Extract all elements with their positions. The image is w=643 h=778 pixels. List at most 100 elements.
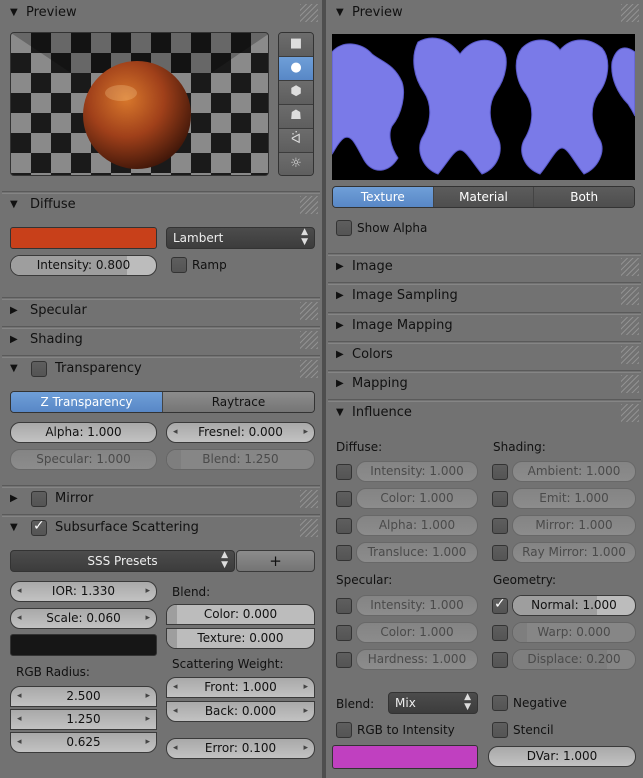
geometry-normal-checkbox[interactable] xyxy=(492,596,508,614)
drag-handle-icon[interactable] xyxy=(300,302,318,320)
image-sampling-panel-header[interactable]: ▶ Image Sampling xyxy=(328,282,641,308)
tab-raytrace[interactable]: Raytrace xyxy=(162,392,314,412)
transparency-panel-header[interactable]: ▼ Transparency xyxy=(2,355,320,381)
preview-panel-header[interactable]: ▼ Preview xyxy=(2,0,320,26)
influence-warp-slider[interactable]: Warp: 0.000 xyxy=(512,622,636,643)
diffuse-color-swatch[interactable] xyxy=(10,227,157,249)
rgb-to-intensity-checkbox[interactable] xyxy=(336,722,352,738)
shading-ambient-checkbox[interactable] xyxy=(492,464,508,480)
influence-panel-header[interactable]: ▼ Influence xyxy=(328,399,641,425)
monkey-preview-button[interactable]: ☗ xyxy=(279,105,313,129)
influence-ambient-field[interactable]: Ambient: 1.000 xyxy=(512,461,636,482)
specular-intensity-checkbox[interactable] xyxy=(336,598,352,614)
sss-color-swatch[interactable] xyxy=(10,634,157,656)
sphere-lamp-preview-button[interactable]: ☼ xyxy=(279,153,313,175)
sphere-preview-button[interactable]: ● xyxy=(279,57,313,81)
scatter-front-field[interactable]: Front: 1.000 xyxy=(166,677,315,698)
specular-hardness-checkbox[interactable] xyxy=(336,652,352,668)
negative-checkbox[interactable] xyxy=(492,695,508,711)
rgb-radius-g-field[interactable]: 1.250 xyxy=(10,709,157,730)
drag-handle-icon[interactable] xyxy=(621,258,639,276)
cube-preview-button[interactable]: ⬢ xyxy=(279,81,313,105)
influence-diffuse-color-field[interactable]: Color: 1.000 xyxy=(356,488,478,509)
drag-handle-icon[interactable] xyxy=(300,4,318,22)
ior-field[interactable]: IOR: 1.330 xyxy=(10,581,157,602)
colors-panel-header[interactable]: ▶ Colors xyxy=(328,341,641,367)
image-panel-header[interactable]: ▶ Image xyxy=(328,253,641,279)
rgb-radius-b-field[interactable]: 0.625 xyxy=(10,732,157,753)
scatter-back-field[interactable]: Back: 0.000 xyxy=(166,701,315,722)
drag-handle-icon[interactable] xyxy=(300,196,318,214)
sss-presets-dropdown[interactable]: SSS Presets ▲ ▼ xyxy=(10,550,235,572)
diffuse-color-checkbox[interactable] xyxy=(336,491,352,507)
fresnel-field[interactable]: Fresnel: 0.000 xyxy=(166,422,315,443)
diffuse-translucency-checkbox[interactable] xyxy=(336,545,352,561)
drag-handle-icon[interactable] xyxy=(621,346,639,364)
diffuse-alpha-checkbox[interactable] xyxy=(336,518,352,534)
transparency-checkbox[interactable] xyxy=(31,361,47,377)
diffuse-intensity-checkbox[interactable] xyxy=(336,464,352,480)
geometry-warp-checkbox[interactable] xyxy=(492,625,508,641)
dvar-field[interactable]: DVar: 1.000 xyxy=(488,746,636,767)
diffuse-panel-header[interactable]: ▼ Diffuse xyxy=(2,191,320,217)
influence-mirror-field[interactable]: Mirror: 1.000 xyxy=(512,515,636,536)
drag-handle-icon[interactable] xyxy=(300,490,318,508)
tab-material[interactable]: Material xyxy=(432,187,534,207)
texture-preview-panel-header[interactable]: ▼ Preview xyxy=(328,0,641,26)
influence-ray-mirror-field[interactable]: Ray Mirror: 1.000 xyxy=(512,542,636,563)
diffuse-intensity-slider[interactable]: Intensity: 0.800 xyxy=(10,255,157,276)
tab-both[interactable]: Both xyxy=(533,187,634,207)
shading-mirror-checkbox[interactable] xyxy=(492,518,508,534)
diffuse-shader-dropdown[interactable]: Lambert ▲ ▼ xyxy=(166,227,315,249)
drag-handle-icon[interactable] xyxy=(621,317,639,335)
drag-handle-icon[interactable] xyxy=(621,375,639,393)
shading-ray-mirror-checkbox[interactable] xyxy=(492,545,508,561)
influence-color-swatch[interactable] xyxy=(332,745,478,769)
mirror-panel-header[interactable]: ▶ Mirror xyxy=(2,485,320,511)
flat-preview-button[interactable]: ■ xyxy=(279,33,313,57)
geometry-displace-checkbox[interactable] xyxy=(492,652,508,668)
influence-specular-intensity-field[interactable]: Intensity: 1.000 xyxy=(356,595,478,616)
mapping-panel-header[interactable]: ▶ Mapping xyxy=(328,370,641,396)
specular-color-checkbox[interactable] xyxy=(336,625,352,641)
drag-handle-icon[interactable] xyxy=(621,4,639,22)
influence-diffuse-translucency-field[interactable]: Transluce: 1.000 xyxy=(356,542,478,563)
scale-field[interactable]: Scale: 0.060 xyxy=(10,608,157,629)
alpha-field[interactable]: Alpha: 1.000 xyxy=(10,422,157,443)
drag-handle-icon[interactable] xyxy=(300,360,318,378)
image-mapping-panel-header[interactable]: ▶ Image Mapping xyxy=(328,312,641,338)
sss-checkbox[interactable] xyxy=(31,518,47,536)
tab-z-transparency[interactable]: Z Transparency xyxy=(11,392,162,412)
sss-blend-color-slider[interactable]: Color: 0.000 xyxy=(166,604,315,625)
hair-preview-button[interactable]: ᐛ xyxy=(279,129,313,153)
influence-specular-color-field[interactable]: Color: 1.000 xyxy=(356,622,478,643)
add-sss-preset-button[interactable]: + xyxy=(236,550,315,572)
transparency-specular-field[interactable]: Specular: 1.000 xyxy=(10,449,157,470)
tab-texture[interactable]: Texture xyxy=(333,187,433,207)
material-preview-image xyxy=(10,32,269,176)
influence-normal-slider[interactable]: Normal: 1.000 xyxy=(512,595,636,616)
ramp-checkbox[interactable] xyxy=(171,257,187,273)
influence-diffuse-intensity-field[interactable]: Intensity: 1.000 xyxy=(356,461,478,482)
mirror-checkbox[interactable] xyxy=(31,491,47,507)
drag-handle-icon[interactable] xyxy=(300,519,318,537)
blend-mode-dropdown[interactable]: Mix ▲ ▼ xyxy=(388,692,478,714)
sss-error-field[interactable]: Error: 0.100 xyxy=(166,738,315,759)
shading-emit-checkbox[interactable] xyxy=(492,491,508,507)
influence-displace-slider[interactable]: Displace: 0.200 xyxy=(512,649,636,670)
fresnel-blend-slider[interactable]: Blend: 1.250 xyxy=(166,449,315,470)
drag-handle-icon[interactable] xyxy=(621,287,639,305)
specular-panel-header[interactable]: ▶ Specular xyxy=(2,297,320,323)
drag-handle-icon[interactable] xyxy=(300,331,318,349)
show-alpha-checkbox[interactable] xyxy=(336,220,352,236)
rgb-radius-r-field[interactable]: 2.500 xyxy=(10,686,157,707)
sss-blend-texture-slider[interactable]: Texture: 0.000 xyxy=(166,628,315,649)
shading-panel-header[interactable]: ▶ Shading xyxy=(2,326,320,352)
drag-handle-icon[interactable] xyxy=(621,404,639,422)
influence-emit-field[interactable]: Emit: 1.000 xyxy=(512,488,636,509)
influence-header-label: Influence xyxy=(352,405,412,420)
influence-diffuse-alpha-field[interactable]: Alpha: 1.000 xyxy=(356,515,478,536)
sss-panel-header[interactable]: ▼ Subsurface Scattering xyxy=(2,514,320,540)
stencil-checkbox[interactable] xyxy=(492,722,508,738)
influence-hardness-field[interactable]: Hardness: 1.000 xyxy=(356,649,478,670)
